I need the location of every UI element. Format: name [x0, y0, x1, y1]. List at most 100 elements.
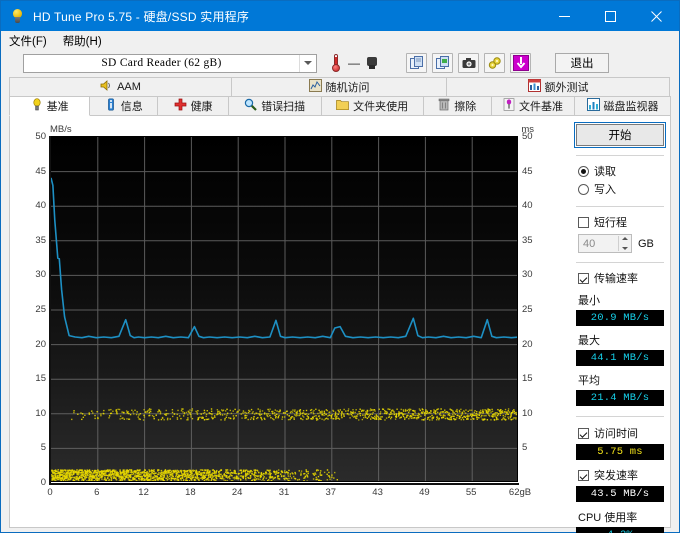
short-stroke-option[interactable]: 短行程: [578, 214, 664, 230]
short-stroke-checkbox[interactable]: [578, 216, 589, 228]
y-tick-right: 15: [522, 373, 533, 385]
x-tick: 6: [94, 487, 100, 498]
access-time-option[interactable]: 访问时间: [578, 425, 664, 441]
transfer-rate-option[interactable]: 传输速率: [578, 270, 664, 286]
info-icon: [105, 98, 117, 114]
tab-disk-monitor-label: 磁盘监视器: [603, 101, 659, 113]
thermometer-icon: [330, 54, 342, 72]
y-tick-left: 45: [35, 165, 46, 177]
tab-extra-test[interactable]: 额外测试: [446, 77, 670, 96]
y-tick-right: 45: [522, 165, 533, 177]
y-tick-right: 5: [522, 442, 528, 454]
tab-extra-test-label: 额外测试: [544, 82, 589, 94]
transfer-rate-checkbox[interactable]: [578, 272, 589, 284]
extra-test-icon: [527, 79, 541, 95]
tab-random-access[interactable]: 随机访问: [231, 77, 447, 96]
tab-aam[interactable]: AAM: [9, 77, 232, 96]
min-value: 20.9 MB/s: [576, 310, 664, 326]
tab-erase[interactable]: 擦除: [422, 96, 492, 116]
health-cross-icon: [174, 98, 187, 114]
menu-file[interactable]: 文件(F): [9, 33, 47, 49]
y-tick-left: 10: [35, 407, 46, 419]
start-button[interactable]: 开始: [574, 122, 666, 148]
x-tick: 18: [185, 487, 196, 498]
trash-icon: [438, 98, 450, 114]
disk-monitor-icon: [586, 98, 600, 114]
short-stroke-value: 40: [583, 237, 596, 250]
camera-icon[interactable]: [458, 53, 479, 73]
minimize-icon[interactable]: [541, 1, 587, 31]
tab-health-label: 健康: [190, 101, 213, 113]
exit-button[interactable]: 退出: [555, 53, 609, 73]
tab-info-label: 信息: [120, 101, 143, 113]
exit-button-label: 退出: [570, 58, 594, 70]
tab-benchmark[interactable]: 基准: [9, 96, 91, 116]
spinner-down-icon[interactable]: [621, 247, 628, 250]
window-controls: [541, 1, 679, 31]
burst-rate-value: 43.5 MB/s: [576, 486, 664, 502]
bulb-icon: [31, 98, 43, 114]
y-tick-left: 15: [35, 373, 46, 385]
divider: [576, 416, 664, 417]
drive-select[interactable]: SD Card Reader (62 gB): [23, 53, 317, 73]
read-mode-option[interactable]: 读取: [578, 163, 664, 179]
tab-info[interactable]: 信息: [89, 96, 159, 116]
tab-folder-usage[interactable]: 文件夹使用: [320, 96, 424, 116]
y-tick-right: 25: [522, 304, 533, 315]
close-icon[interactable]: [633, 1, 679, 31]
toolbar: SD Card Reader (62 gB) — 退出: [1, 51, 679, 75]
chart-plot-area: [50, 136, 518, 482]
chart-left-axis-caption: MB/s: [50, 124, 72, 135]
copy-icon[interactable]: [406, 53, 427, 73]
tab-aam-label: AAM: [117, 81, 141, 93]
y-tick-left: 40: [35, 200, 46, 212]
y-tick-right: 10: [522, 407, 533, 419]
burst-rate-label: 突发速率: [594, 470, 638, 482]
chevron-down-icon[interactable]: [299, 54, 316, 72]
read-mode-label: 读取: [594, 166, 616, 178]
drive-select-value: SD Card Reader (62 gB): [101, 57, 222, 69]
read-radio[interactable]: [578, 165, 589, 177]
y-tick-left: 5: [40, 442, 46, 454]
y-tick-left: 50: [35, 131, 46, 142]
max-value: 44.1 MB/s: [576, 350, 664, 366]
short-stroke-unit: GB: [638, 237, 654, 250]
burst-rate-checkbox[interactable]: [578, 469, 589, 481]
lightbulb-icon: [10, 8, 26, 24]
x-tick: 24: [231, 487, 243, 498]
tab-file-benchmark[interactable]: 文件基准: [490, 96, 576, 116]
maximize-icon[interactable]: [587, 1, 633, 31]
tab-disk-monitor[interactable]: 磁盘监视器: [574, 96, 672, 116]
access-time-checkbox[interactable]: [578, 427, 589, 439]
x-tick: 49: [419, 487, 430, 498]
short-stroke-input[interactable]: 40: [578, 234, 632, 253]
download-arrow-icon[interactable]: [510, 53, 531, 73]
tab-erase-label: 擦除: [454, 101, 477, 113]
short-stroke-label: 短行程: [594, 217, 627, 229]
write-mode-option[interactable]: 写入: [578, 181, 664, 197]
spinner-up-icon[interactable]: [621, 237, 628, 240]
paperclip-icon[interactable]: [484, 53, 505, 73]
menu-help[interactable]: 帮助(H): [63, 33, 102, 49]
write-radio[interactable]: [578, 183, 589, 195]
burst-rate-option[interactable]: 突发速率: [578, 467, 664, 483]
tab-health[interactable]: 健康: [157, 96, 229, 116]
y-tick-right: 30: [522, 269, 533, 281]
fan-icon: [366, 56, 378, 70]
min-label: 最小: [578, 295, 600, 307]
window-title: HD Tune Pro 5.75 - 硬盘/SSD 实用程序: [33, 9, 250, 24]
benchmark-panel: MB/s ms 50 45 40 35 30 25 20 15 10 5 0 5…: [9, 116, 671, 533]
magnifier-icon: [244, 98, 257, 114]
spinner-arrows[interactable]: [618, 236, 630, 251]
tab-error-scan[interactable]: 错误扫描: [227, 96, 322, 116]
copy-image-icon[interactable]: [432, 53, 453, 73]
menu-bar: 文件(F) 帮助(H): [1, 31, 679, 51]
transfer-rate-label: 传输速率: [594, 273, 638, 285]
divider: [576, 155, 664, 156]
chart-y-axis: [49, 136, 51, 484]
x-tick: 62gB: [508, 487, 532, 498]
y-tick-right: 20: [522, 338, 533, 350]
y-tick-right: 40: [522, 200, 533, 212]
y-tick-left: 25: [35, 304, 46, 315]
tab-file-benchmark-label: 文件基准: [518, 101, 563, 113]
